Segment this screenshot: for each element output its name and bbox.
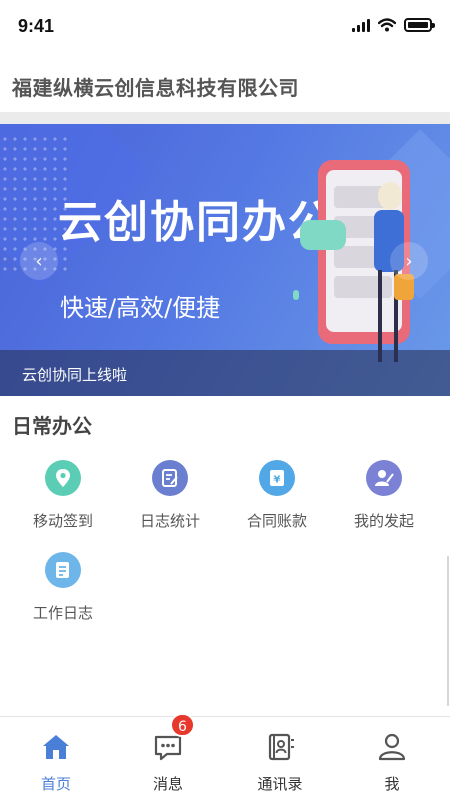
grid-item-label: 日志统计 — [139, 512, 200, 530]
divider-band — [0, 112, 450, 124]
wifi-icon — [378, 18, 396, 32]
status-icons — [352, 18, 435, 32]
chevron-right-icon: › — [405, 250, 413, 272]
contract-icon: ¥ — [259, 460, 295, 496]
header: 福建纵横云创信息科技有限公司 — [0, 56, 450, 112]
grid-item-mobile-checkin[interactable]: 移动签到 — [8, 460, 118, 550]
banner-headline: 云创协同办公 — [58, 197, 334, 248]
bottom-tab-bar: 首页 消息 通讯录 我 6 — [0, 713, 450, 800]
banner-carousel[interactable]: 云创协同办公 快速/高效/便捷 ‹ › 云创协同上线啦 — [0, 124, 450, 396]
log-stats-icon — [152, 460, 188, 496]
grid-item-log-stats[interactable]: 日志统计 — [115, 460, 225, 550]
grid-item-label: 我的发起 — [353, 512, 414, 530]
tab-label: 消息 — [152, 775, 183, 793]
banner-prev-button[interactable]: ‹ — [20, 242, 58, 280]
tab-messages[interactable]: 消息 — [112, 717, 224, 800]
contacts-icon — [268, 733, 294, 761]
tab-contacts[interactable]: 通讯录 — [224, 717, 336, 800]
profile-icon — [378, 733, 406, 761]
signal-icon — [352, 18, 370, 32]
person-illustration — [378, 182, 402, 210]
company-title: 福建纵横云创信息科技有限公司 — [12, 76, 299, 100]
my-initiated-icon — [366, 460, 402, 496]
banner-caption-bar: 云创协同上线啦 — [0, 350, 450, 396]
grid-item-label: 合同账款 — [246, 512, 307, 530]
location-pin-icon — [45, 460, 81, 496]
home-icon — [43, 735, 69, 759]
grid-item-label: 工作日志 — [32, 604, 93, 622]
battery-icon — [404, 18, 435, 32]
section-title: 日常办公 — [12, 414, 92, 438]
banner-decoration — [293, 290, 299, 300]
banner-subtitle: 快速/高效/便捷 — [60, 294, 221, 322]
message-count-badge: 6 — [170, 713, 195, 737]
grid-item-work-log[interactable]: 工作日志 — [8, 552, 118, 642]
grid-item-label: 移动签到 — [32, 512, 93, 530]
tab-me[interactable]: 我 — [336, 717, 448, 800]
chat-bubble-illustration — [300, 220, 346, 250]
status-time: 9:41 — [18, 16, 55, 36]
tab-label: 首页 — [40, 775, 71, 793]
banner-next-button[interactable]: › — [390, 242, 428, 280]
grid-item-contract-payments[interactable]: ¥ 合同账款 — [222, 460, 332, 550]
banner-caption: 云创协同上线啦 — [22, 366, 128, 384]
svg-text:¥: ¥ — [274, 475, 281, 486]
tab-label: 我 — [384, 775, 400, 793]
grid-item-my-initiated[interactable]: 我的发起 — [329, 460, 439, 550]
chevron-left-icon: ‹ — [35, 250, 43, 272]
work-log-icon — [45, 552, 81, 588]
scrollbar[interactable] — [447, 556, 449, 706]
tab-home[interactable]: 首页 — [0, 717, 112, 800]
status-bar: 9:41 — [0, 0, 450, 56]
tab-label: 通讯录 — [257, 775, 303, 793]
